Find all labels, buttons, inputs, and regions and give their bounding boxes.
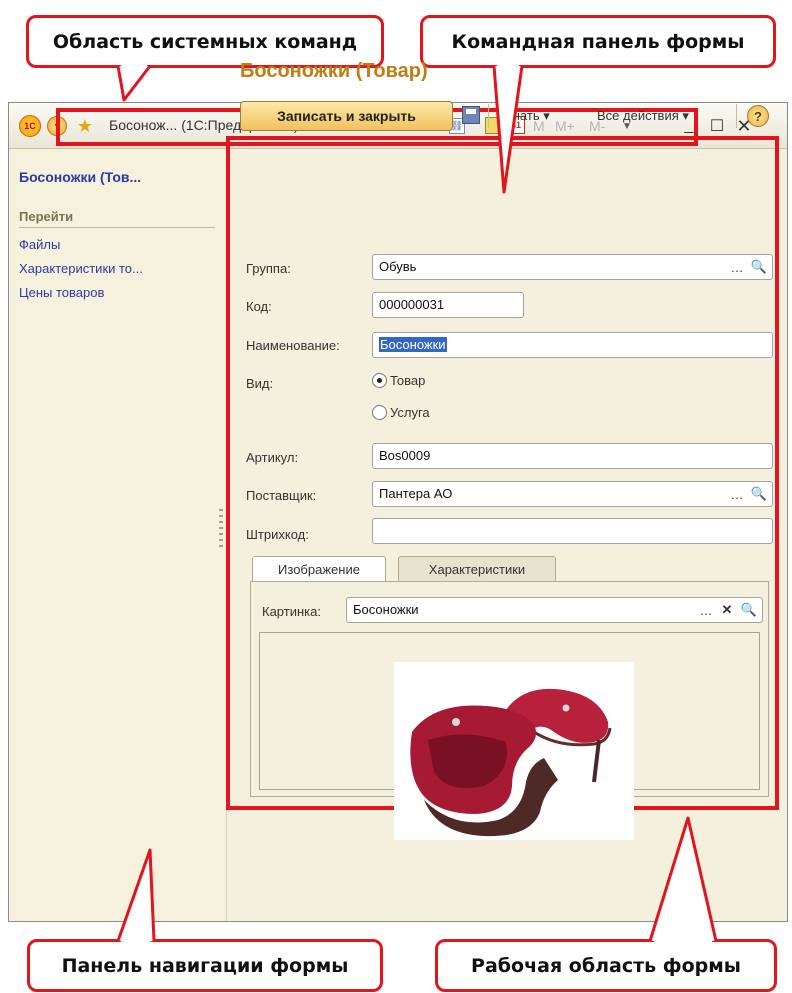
- picture-select-button[interactable]: …: [697, 600, 715, 620]
- supplier-select-button[interactable]: …: [728, 484, 746, 504]
- form-title: Босоножки (Товар): [240, 60, 428, 82]
- kind-label: Вид:: [246, 376, 274, 391]
- kind-option-goods: Товар: [390, 373, 426, 388]
- kind-radio-goods[interactable]: Товар: [372, 373, 425, 388]
- callout-workspace: Рабочая область формы: [435, 939, 777, 992]
- barcode-label: Штрихкод:: [246, 527, 309, 542]
- picture-open-icon[interactable]: 🔍: [740, 600, 758, 620]
- code-value: 000000031: [379, 297, 445, 312]
- panel-splitter-handle[interactable]: [219, 509, 223, 549]
- nav-link-files[interactable]: Файлы: [19, 237, 60, 252]
- group-field[interactable]: Обувь: [372, 254, 773, 280]
- supplier-label: Поставщик:: [246, 488, 317, 503]
- form-navigation-panel: Босоножки (Тов... Перейти Файлы Характер…: [9, 149, 227, 921]
- all-actions-menu-button[interactable]: Все действия ▾: [597, 108, 689, 124]
- 1c-logo-icon[interactable]: 1С: [19, 115, 41, 137]
- save-and-close-button[interactable]: Записать и закрыть: [240, 101, 453, 131]
- article-value: Bos0009: [379, 448, 431, 463]
- tab-image[interactable]: Изображение: [252, 556, 386, 582]
- save-icon[interactable]: [462, 106, 480, 124]
- group-select-button[interactable]: …: [728, 257, 746, 277]
- group-label: Группа:: [246, 261, 291, 276]
- nav-title[interactable]: Босоножки (Тов...: [19, 169, 141, 185]
- callout-command-panel: Командная панель формы: [420, 15, 776, 68]
- command-separator: [488, 104, 489, 128]
- name-label: Наименование:: [246, 338, 340, 353]
- nav-divider: [19, 227, 215, 228]
- kind-option-service: Услуга: [390, 405, 430, 420]
- group-value: Обувь: [379, 259, 417, 274]
- radio-unchecked-icon: [372, 405, 387, 420]
- name-value-selected: Босоножки: [379, 337, 447, 352]
- article-label: Артикул:: [246, 450, 299, 465]
- picture-clear-icon[interactable]: ✕: [718, 600, 736, 620]
- radio-checked-icon: [372, 373, 387, 388]
- nav-link-prices[interactable]: Цены товаров: [19, 285, 104, 300]
- code-field[interactable]: 000000031: [372, 292, 524, 318]
- name-field[interactable]: Босоножки: [372, 332, 773, 358]
- supplier-field[interactable]: Пантера АО: [372, 481, 773, 507]
- maximize-button[interactable]: ☐: [709, 116, 725, 136]
- callout-navigation-panel: Панель навигации формы: [27, 939, 383, 992]
- code-label: Код:: [246, 299, 272, 314]
- nav-link-characteristics[interactable]: Характеристики то...: [19, 261, 143, 276]
- picture-label: Картинка:: [262, 604, 321, 619]
- nav-goto-header: Перейти: [19, 209, 74, 224]
- supplier-value: Пантера АО: [379, 486, 453, 501]
- tab-characteristics[interactable]: Характеристики: [398, 556, 556, 582]
- supplier-open-icon[interactable]: 🔍: [750, 484, 768, 504]
- pointer-system: [116, 65, 152, 102]
- barcode-field[interactable]: [372, 518, 773, 544]
- group-open-icon[interactable]: 🔍: [750, 257, 768, 277]
- print-menu-button[interactable]: Печать ▾: [497, 108, 550, 124]
- help-button[interactable]: ?: [747, 105, 769, 127]
- command-separator-2: [736, 104, 737, 128]
- kind-radio-service[interactable]: Услуга: [372, 405, 430, 420]
- article-field[interactable]: Bos0009: [372, 443, 773, 469]
- picture-value: Босоножки: [353, 602, 419, 617]
- sandals-image: [394, 662, 634, 840]
